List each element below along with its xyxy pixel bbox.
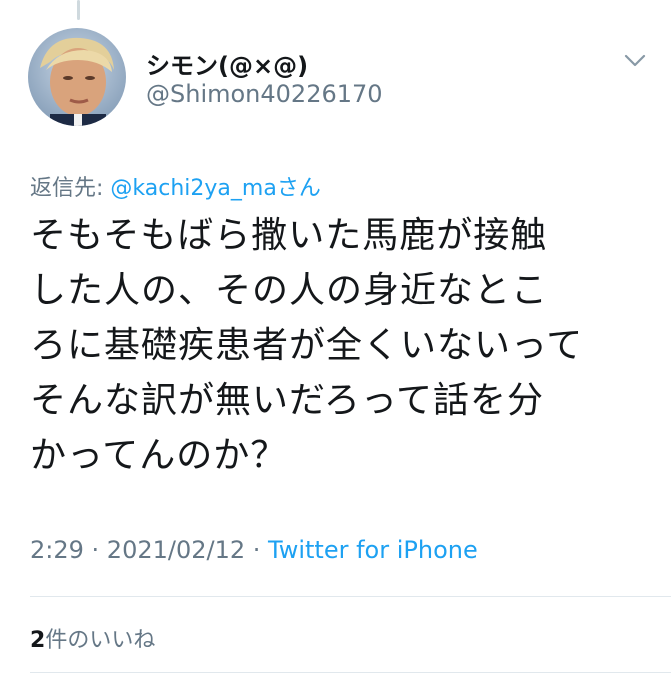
- meta-separator: ·: [245, 536, 269, 564]
- tweet-text: そもそもばら撒いた馬鹿が接触 した人の、その人の身近なとこ ろに基礎疾患者が全く…: [30, 208, 650, 483]
- likes-label: 件のいいね: [45, 628, 156, 653]
- avatar[interactable]: [28, 28, 126, 126]
- reply-mention-link[interactable]: @kachi2ya_ma: [110, 176, 276, 201]
- chevron-down-icon[interactable]: [624, 54, 646, 68]
- author-name[interactable]: シモン(@×@): [146, 46, 308, 81]
- tweet-meta: 2:29 · 2021/02/12 · Twitter for iPhone: [30, 536, 478, 564]
- tweet-time: 2:29: [30, 536, 84, 564]
- avatar-photo: [28, 28, 126, 126]
- tweet-text-line: した人の、その人の身近なとこ: [30, 270, 549, 311]
- thread-connector-line: [77, 0, 80, 20]
- tweet-text-line: そもそもばら撒いた馬鹿が接触: [30, 215, 548, 256]
- author-handle[interactable]: @Shimon40226170: [146, 80, 383, 108]
- tweet-text-line: かってんのか？: [30, 435, 288, 476]
- reply-context: 返信先: @kachi2ya_maさん: [30, 170, 321, 202]
- tweet-text-line: そんな訳が無いだろって話を分: [30, 380, 545, 421]
- tweet-text-line: ろに基礎疾患者が全くいないって: [30, 325, 584, 366]
- likes-count: 2: [30, 628, 46, 653]
- likes-link[interactable]: 2件のいいね: [30, 622, 155, 654]
- divider: [30, 596, 671, 597]
- tweet-date: 2021/02/12: [106, 536, 246, 564]
- reply-suffix: さん: [276, 176, 321, 201]
- tweet-source-link[interactable]: Twitter for iPhone: [268, 536, 478, 564]
- reply-prefix: 返信先:: [30, 176, 111, 201]
- meta-separator: ·: [83, 536, 107, 564]
- divider: [30, 672, 671, 673]
